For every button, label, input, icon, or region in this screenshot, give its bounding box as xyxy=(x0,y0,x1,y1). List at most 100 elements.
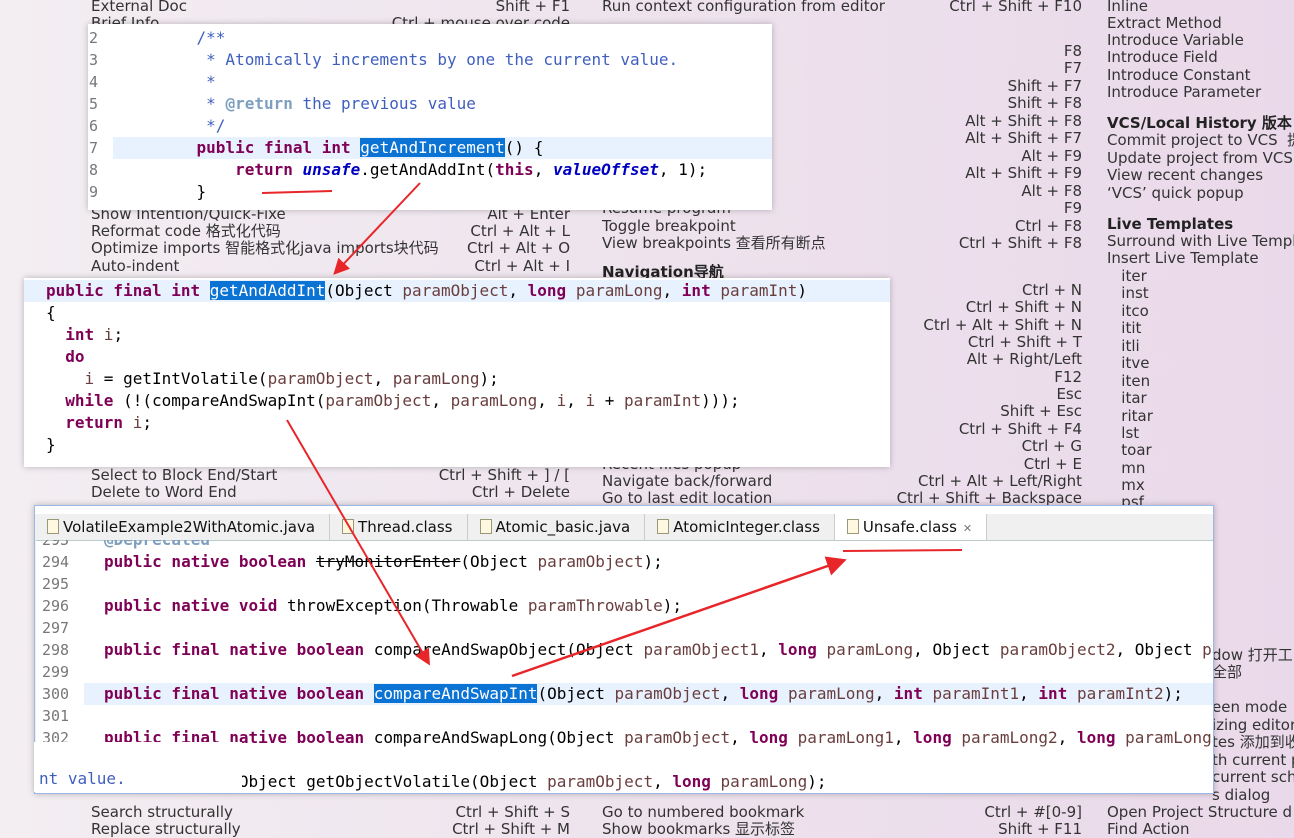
line-number: 54 xyxy=(88,73,99,91)
shortcut-label: Introduce Constant xyxy=(1107,66,1251,84)
shortcut-key: Ctrl + Alt + O xyxy=(466,239,570,257)
code-token: , xyxy=(720,684,740,703)
shortcut-key: Alt + Shift + F7 xyxy=(965,129,1082,147)
shortcut-label: itit xyxy=(1107,319,1142,337)
shortcut-label: lst xyxy=(1107,424,1140,442)
code-line: public native boolean tryMonitorEnter(Ob… xyxy=(84,551,1213,573)
shortcut-label: Run context configuration from editor xyxy=(602,0,885,15)
file-icon xyxy=(657,519,670,534)
code-token: public native void xyxy=(104,596,288,615)
line-number: 301 xyxy=(42,707,70,725)
code-token: , xyxy=(874,684,894,703)
tab-atomic-basic-java[interactable]: Atomic_basic.java xyxy=(468,514,646,540)
shortcut-key: Ctrl + Shift + T xyxy=(967,333,1082,351)
code-line: * xyxy=(88,71,772,93)
code-token: long xyxy=(527,281,576,300)
shortcut-key: Ctrl + #[0-9] xyxy=(984,803,1082,821)
code-line: * @return the previous value xyxy=(88,93,772,115)
code-token: paramLong xyxy=(575,281,663,300)
code-token: ); xyxy=(1163,684,1183,703)
code-token: unsafe xyxy=(302,160,361,179)
code-token: paramObject xyxy=(402,281,509,300)
shortcut-key: Ctrl + Shift + F4 xyxy=(958,420,1082,438)
code-token: valueOffset xyxy=(552,160,659,179)
code-token: , 1); xyxy=(658,160,708,179)
code-token: paramObject xyxy=(325,391,432,410)
shortcut-label: Delete to Word End xyxy=(91,483,237,501)
code-token: , xyxy=(566,391,586,410)
close-tab-icon[interactable]: ✕ xyxy=(963,522,972,535)
code-line: public final int getAndAddInt(Object par… xyxy=(24,280,890,302)
shortcut-label: Toggle breakpoint xyxy=(602,217,736,235)
tab-volatileexample2withatomic-java[interactable]: VolatileExample2WithAtomic.java xyxy=(35,514,331,540)
code-line: return unsafe.getAndAddInt(this, valueOf… xyxy=(88,159,772,181)
code-token: paramObject xyxy=(624,728,731,747)
code-token: paramInt xyxy=(720,281,798,300)
code-token: paramLong xyxy=(450,391,538,410)
code-line: @Deprecated xyxy=(84,540,1213,551)
code-token: { xyxy=(46,303,56,322)
code-line: public final native boolean compareAndSw… xyxy=(84,727,1213,749)
code-token: return xyxy=(235,160,303,179)
code-line: public final int getAndIncrement() { xyxy=(113,137,772,159)
tab-thread-class[interactable]: Thread.class xyxy=(330,514,468,540)
shortcut-label: een mode xyxy=(1212,698,1288,716)
tab-unsafe-class[interactable]: Unsafe.class ✕ xyxy=(834,514,988,540)
code-token: i xyxy=(84,369,95,388)
code-line: i = getIntVolatile(paramObject, paramLon… xyxy=(24,368,890,390)
code-token: return xyxy=(65,413,133,432)
code-token: , xyxy=(373,369,393,388)
line-number: 300 xyxy=(42,685,70,703)
code-token: , xyxy=(533,160,553,179)
code-line: } xyxy=(24,434,890,456)
shortcut-key: Ctrl + Alt + L xyxy=(470,222,570,240)
shortcut-label: itli xyxy=(1107,337,1140,355)
code-token: the previous value xyxy=(292,94,476,113)
shortcut-key: Ctrl + Shift + N xyxy=(965,298,1082,316)
shortcut-label: ‘VCS’ quick popup xyxy=(1107,184,1244,202)
code-token: @return xyxy=(225,94,293,113)
shortcut-label: Navigate back/forward xyxy=(602,472,773,490)
shortcut-label: current sch xyxy=(1212,768,1294,786)
shortcut-label: Find Action xyxy=(1107,820,1190,838)
code-token: , xyxy=(759,640,779,659)
line-number: 294 xyxy=(42,553,70,571)
code-token: (!(compareAndSwapInt( xyxy=(113,391,326,410)
shortcut-key: Shift + Esc xyxy=(1000,402,1082,420)
code-line: do xyxy=(24,346,890,368)
shortcut-label: iter xyxy=(1107,267,1147,285)
shortcut-key: Ctrl + Alt + Shift + N xyxy=(923,316,1082,334)
code-token: int xyxy=(893,684,933,703)
shortcut-label: itco xyxy=(1107,302,1149,320)
code-token: i xyxy=(556,391,567,410)
code-token: paramLong xyxy=(826,640,914,659)
shortcut-label: itar xyxy=(1107,389,1147,407)
code-token: (Object xyxy=(537,684,615,703)
line-number: 59 xyxy=(88,183,99,201)
shortcut-label: itve xyxy=(1107,354,1150,372)
tab-atomicinteger-class[interactable]: AtomicInteger.class xyxy=(645,514,835,540)
shortcut-label: mn xyxy=(1107,459,1146,477)
code-token: paramObject xyxy=(537,552,644,571)
code-token: Object getObjectVolatile(Object xyxy=(238,772,548,791)
shortcut-key: Ctrl + Shift + F8 xyxy=(958,234,1082,252)
shortcut-label: View breakpoints 查看所有断点 xyxy=(602,234,826,252)
code-token: , Object xyxy=(1115,640,1203,659)
shortcut-label: Introduce Variable xyxy=(1107,31,1244,49)
code-token: getAndAddInt xyxy=(209,281,326,300)
code-token: compareAndSwapInt xyxy=(373,684,538,703)
code-token: /** xyxy=(158,28,226,47)
file-icon xyxy=(342,519,355,534)
code-token: paramLong2 xyxy=(961,728,1058,747)
code-token: , xyxy=(730,728,750,747)
code-token: (Object xyxy=(325,281,403,300)
line-number: 53 xyxy=(88,51,99,69)
file-icon xyxy=(846,519,859,534)
code-token: .getAndAddInt( xyxy=(360,160,496,179)
code-token: paramObject2 xyxy=(999,640,1116,659)
